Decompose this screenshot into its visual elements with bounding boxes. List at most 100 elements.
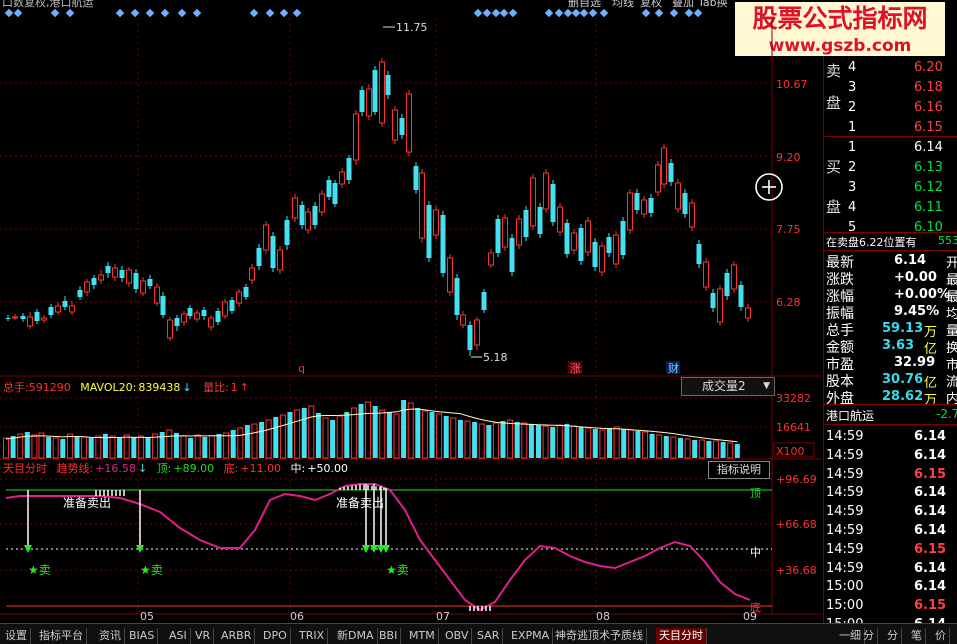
x-axis-label: 06 bbox=[290, 610, 304, 623]
indicator-tab[interactable]: ARBR bbox=[218, 628, 256, 644]
candle-body-up bbox=[745, 307, 751, 319]
volume-bar bbox=[536, 425, 541, 458]
chart-area[interactable]: 10.67 9.20 7.75 6.28 11.75 5.18 q 涨 财 总手… bbox=[0, 0, 822, 623]
sell-arrow-icon bbox=[382, 545, 390, 553]
indicator-tab[interactable]: OBV bbox=[442, 628, 473, 644]
volume-bar bbox=[635, 431, 641, 458]
zoom-plus-icon[interactable] bbox=[755, 173, 783, 201]
volume-bar bbox=[713, 440, 719, 459]
quote-tab[interactable]: 分 bbox=[860, 628, 878, 644]
candle-body-up bbox=[661, 147, 667, 185]
candle-body-up bbox=[543, 172, 549, 210]
volume-bar bbox=[379, 409, 386, 459]
ask-price[interactable]: 6.20 bbox=[914, 60, 943, 75]
signal-diamond bbox=[50, 8, 60, 18]
volume-bar bbox=[592, 429, 598, 458]
tick-price: 6.14 bbox=[914, 447, 947, 463]
candle-body-down bbox=[187, 308, 193, 316]
volume-bar bbox=[265, 419, 272, 459]
indicator-tab[interactable]: SAR bbox=[474, 628, 504, 644]
indicator-tab[interactable]: BIAS bbox=[126, 628, 159, 644]
tick-price: 6.14 bbox=[914, 504, 947, 520]
volume-bar bbox=[656, 434, 663, 459]
volume-ma-line bbox=[5, 408, 738, 443]
ask-price[interactable]: 6.15 bbox=[914, 120, 943, 135]
tick-row: 15:00 6.14 bbox=[824, 577, 957, 597]
tick-row: 14:59 6.15 bbox=[824, 465, 957, 485]
chevron-down-icon: ▼ bbox=[763, 381, 770, 391]
event-marker[interactable]: 财 bbox=[668, 361, 679, 375]
indicator-tab-bar: 设置 指标平台 资讯 BIAS ASI VR ARBR DPO TRIX 新DMA BBI MTM OB… bbox=[0, 623, 957, 644]
candle-body-up bbox=[379, 61, 385, 124]
bid-price[interactable]: 6.11 bbox=[914, 200, 943, 215]
volume-bar bbox=[159, 432, 165, 458]
indicator-tab[interactable]: VR bbox=[192, 628, 215, 644]
volume-bar bbox=[166, 429, 173, 459]
candle-body-up bbox=[731, 264, 737, 290]
candle-body-down bbox=[346, 158, 352, 180]
volume-bar bbox=[287, 412, 293, 458]
candle-body-up bbox=[689, 202, 695, 228]
volume-bar bbox=[521, 422, 528, 459]
indicator-tab[interactable]: 天目分时 bbox=[656, 628, 707, 644]
bid-price[interactable]: 6.14 bbox=[914, 140, 943, 155]
volume-bar bbox=[330, 420, 336, 458]
candle-body-up bbox=[406, 93, 412, 153]
indicator-tab[interactable]: EXPMA bbox=[508, 628, 554, 644]
signal-diamond bbox=[65, 8, 75, 18]
candle-body-up bbox=[12, 316, 18, 319]
candle-body-up bbox=[27, 316, 33, 327]
volume-ratio-label: 量比: bbox=[203, 381, 229, 394]
indicator-tab[interactable]: 设置 bbox=[2, 628, 31, 644]
indicator-tab[interactable]: ASI bbox=[166, 628, 191, 644]
candle-body-down bbox=[20, 316, 26, 319]
quote-tab[interactable]: 分 bbox=[884, 628, 902, 644]
event-marker[interactable]: 涨 bbox=[570, 362, 581, 375]
bid-level: 2 bbox=[848, 160, 857, 175]
candle-body-up bbox=[236, 291, 242, 304]
indicator-tab[interactable]: MTM bbox=[406, 628, 439, 644]
sector-name[interactable]: 港口航运 bbox=[826, 407, 874, 424]
volume-bar bbox=[720, 442, 726, 458]
volume-bar bbox=[109, 435, 116, 459]
indicator-top-label: 顶: bbox=[157, 462, 172, 475]
volume-bar bbox=[322, 417, 329, 459]
indicator-help-button[interactable]: 指标说明 bbox=[708, 461, 770, 479]
indicator-tab[interactable]: DPO bbox=[260, 628, 291, 644]
ask-price[interactable]: 6.18 bbox=[914, 80, 943, 95]
signal-diamond bbox=[654, 8, 664, 18]
price-axis-label: 9.20 bbox=[776, 151, 801, 164]
candle-body-up bbox=[112, 267, 118, 278]
stat-value: 59.13 bbox=[882, 321, 924, 336]
indicator-tab[interactable]: 资讯 bbox=[96, 628, 125, 644]
tick-row: 14:59 6.14 bbox=[824, 483, 957, 503]
sell-arrow-icon bbox=[24, 545, 32, 553]
bid-price[interactable]: 6.12 bbox=[914, 180, 943, 195]
volume-bar bbox=[585, 427, 592, 459]
indicator-tab[interactable]: TRIX bbox=[296, 628, 329, 644]
ask-price[interactable]: 6.16 bbox=[914, 100, 943, 115]
volume-bar bbox=[678, 438, 683, 458]
volume-bar bbox=[137, 435, 144, 459]
indicator-tab[interactable]: BBI bbox=[376, 628, 402, 644]
order-status-number: 553 bbox=[938, 234, 957, 247]
tick-price: 6.14 bbox=[914, 579, 947, 595]
tick-row: 14:59 6.14 bbox=[824, 446, 957, 466]
candle-body-up bbox=[530, 177, 536, 227]
candle-body-down bbox=[77, 290, 83, 297]
quote-tab[interactable]: 价 bbox=[932, 628, 950, 644]
volume-bar bbox=[599, 429, 606, 459]
volume-selector[interactable]: 成交量2 ▼ bbox=[681, 377, 775, 396]
quote-tab[interactable]: 笔 bbox=[908, 628, 926, 644]
event-marker[interactable]: q bbox=[298, 362, 305, 375]
indicator-tab[interactable]: 指标平台 bbox=[36, 628, 87, 644]
bid-level: 4 bbox=[848, 200, 857, 215]
volume-bar bbox=[123, 434, 130, 459]
indicator-tab[interactable]: 新DMA bbox=[334, 628, 378, 644]
tick-time: 15:00 bbox=[826, 598, 864, 614]
candle-body-up bbox=[305, 211, 311, 231]
volume-bar bbox=[571, 425, 577, 459]
bid-price[interactable]: 6.13 bbox=[914, 160, 943, 175]
candle-body-up bbox=[675, 182, 681, 210]
indicator-tab[interactable]: 神奇逃顶术予质线 bbox=[552, 628, 647, 644]
